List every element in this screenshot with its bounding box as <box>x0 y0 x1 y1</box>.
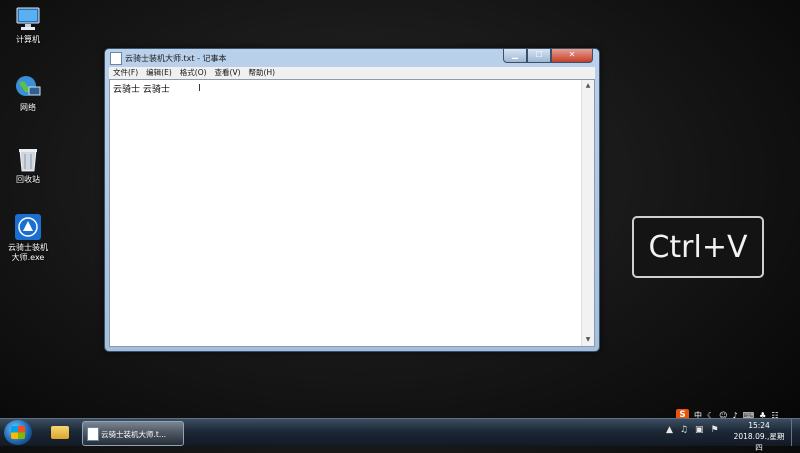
taskbar: 云骑士装机大师.t... ▲ ♫ ▣ ⚑ 15:24 2018.09.,星期四 <box>0 418 800 452</box>
text-cursor-icon: Ι <box>198 83 201 94</box>
window-title: 云骑士装机大师.txt - 记事本 <box>125 54 227 63</box>
menu-file[interactable]: 文件(F) <box>109 67 142 79</box>
desktop-icon-computer[interactable]: 计算机 <box>4 6 52 45</box>
menu-edit[interactable]: 编辑(E) <box>142 67 176 79</box>
notepad-icon <box>87 427 99 441</box>
menu-format[interactable]: 格式(O) <box>176 67 211 79</box>
network-globe-icon <box>14 74 42 100</box>
desktop-icon-label: 回收站 <box>16 175 40 184</box>
maximize-button[interactable]: ☐ <box>527 49 551 63</box>
taskbar-task-label: 云骑士装机大师.t... <box>101 430 166 439</box>
desktop-icon-label: 云骑士装机 <box>8 243 48 252</box>
folder-icon <box>51 426 69 439</box>
desktop-icon-recycle-bin[interactable]: 回收站 <box>4 146 52 185</box>
notepad-icon <box>110 52 122 65</box>
text-editor-area[interactable]: 云骑士 云骑士 Ι ▲ ▼ <box>109 79 595 347</box>
menu-help[interactable]: 帮助(H) <box>245 67 280 79</box>
computer-icon <box>14 6 42 32</box>
menu-bar: 文件(F) 编辑(E) 格式(O) 查看(V) 帮助(H) <box>109 67 595 79</box>
taskbar-clock[interactable]: 15:24 2018.09.,星期四 <box>730 420 788 453</box>
keystroke-overlay: Ctrl+V <box>632 216 764 278</box>
show-desktop-button[interactable] <box>791 419 800 446</box>
notepad-window[interactable]: 云骑士装机大师.txt - 记事本 ▁ ☐ ✕ 文件(F) 编辑(E) 格式(O… <box>104 48 600 352</box>
menu-view[interactable]: 查看(V) <box>211 67 245 79</box>
window-titlebar[interactable]: 云骑士装机大师.txt - 记事本 ▁ ☐ ✕ <box>105 49 599 67</box>
volume-icon[interactable]: ♫ <box>680 424 688 436</box>
recycle-bin-icon <box>14 146 42 172</box>
tray-expand-icon[interactable]: ▲ <box>666 424 673 436</box>
flag-icon[interactable]: ⚑ <box>711 424 719 436</box>
clock-time: 15:24 <box>748 421 770 430</box>
desktop-icon-label: 计算机 <box>16 35 40 44</box>
yunqishi-knight-icon <box>14 214 42 240</box>
desktop-icon-yunqishi[interactable]: 云骑士装机 大师.exe <box>4 214 52 263</box>
minimize-button[interactable]: ▁ <box>503 49 527 63</box>
network-status-icon[interactable]: ▣ <box>695 424 704 436</box>
desktop-icon-network[interactable]: 网络 <box>4 74 52 113</box>
editor-content: 云骑士 云骑士 <box>113 85 170 95</box>
close-button[interactable]: ✕ <box>551 49 593 63</box>
system-tray: ▲ ♫ ▣ ⚑ <box>666 424 719 436</box>
taskbar-notepad-button[interactable]: 云骑士装机大师.t... <box>82 421 184 446</box>
scroll-up-icon[interactable]: ▲ <box>582 80 594 92</box>
windows-logo-icon <box>11 426 25 439</box>
clock-date: 2018.09.,星期四 <box>733 432 785 452</box>
taskbar-explorer-button[interactable] <box>44 421 76 444</box>
desktop-icon-label: 网络 <box>20 103 36 112</box>
start-button[interactable] <box>4 420 32 445</box>
vertical-scrollbar[interactable]: ▲ ▼ <box>581 80 594 346</box>
scroll-down-icon[interactable]: ▼ <box>582 334 594 346</box>
desktop-icon-label: 大师.exe <box>11 253 45 262</box>
